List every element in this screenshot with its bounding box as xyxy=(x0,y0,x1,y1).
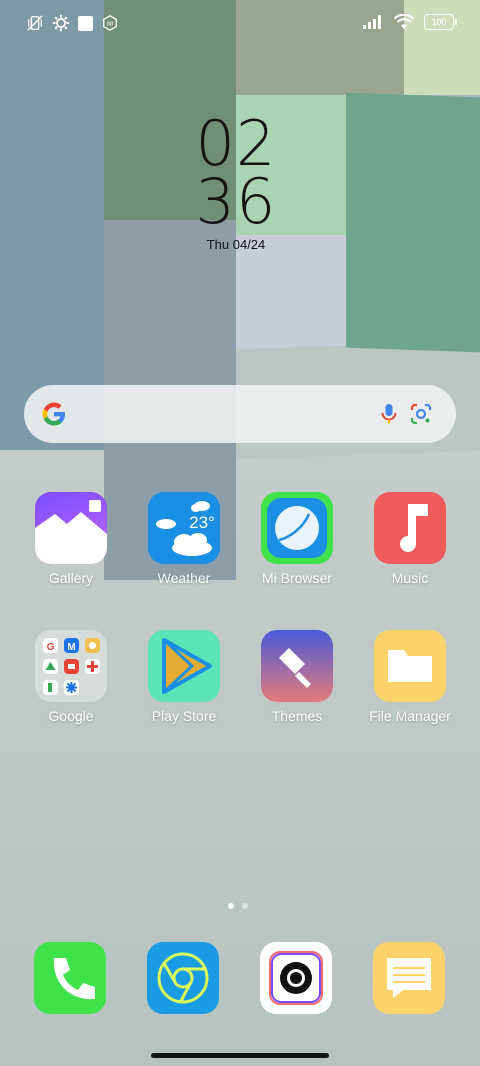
app-label: Google xyxy=(48,708,94,724)
dock-camera-icon[interactable] xyxy=(260,942,332,1014)
badge-text: 88 xyxy=(107,22,114,28)
app-label: Weather xyxy=(157,570,211,586)
badge-icon: 88 xyxy=(103,15,117,31)
app-mi-browser[interactable]: Mi Browser xyxy=(242,492,352,586)
app-music[interactable]: Music xyxy=(355,492,465,586)
battery-icon: 100 xyxy=(424,14,457,30)
app-label: File Manager xyxy=(369,708,451,724)
app-gallery[interactable]: Gallery xyxy=(16,492,126,586)
themes-icon xyxy=(261,630,333,702)
wallpaper-block xyxy=(346,92,480,353)
app-label: Music xyxy=(391,570,429,586)
app-label: Themes xyxy=(271,708,323,724)
signal-icon xyxy=(363,15,381,29)
folder-icon xyxy=(374,630,446,702)
svg-text:M: M xyxy=(67,642,75,653)
app-weather[interactable]: 23° Weather xyxy=(129,492,239,586)
dock-browser-icon[interactable] xyxy=(147,942,219,1014)
app-themes[interactable]: Themes xyxy=(242,630,352,724)
clock-minute: 36 xyxy=(195,165,277,238)
weather-icon: 23° xyxy=(148,492,220,564)
dock-messages-icon[interactable] xyxy=(373,942,445,1014)
home-indicator[interactable] xyxy=(151,1053,329,1058)
status-bar: 88 100 xyxy=(0,0,480,46)
app-label: Mi Browser xyxy=(261,570,332,586)
vibrate-off-icon xyxy=(27,15,43,31)
clock-widget[interactable]: 02 36 Thu 04/24 xyxy=(186,113,286,253)
weather-temp: 23° xyxy=(189,513,215,532)
settings-icon xyxy=(52,14,70,32)
dock-phone-icon[interactable] xyxy=(34,942,106,1014)
svg-text:G: G xyxy=(47,642,55,653)
mic-icon[interactable] xyxy=(376,401,402,427)
app-file-manager[interactable]: File Manager xyxy=(355,630,465,724)
google-folder-icon: G M xyxy=(35,630,107,702)
gallery-icon xyxy=(35,492,107,564)
app-label: Play Store xyxy=(151,708,217,724)
play-store-icon xyxy=(148,630,220,702)
battery-level: 100 xyxy=(431,17,447,27)
page-indicator xyxy=(228,903,248,909)
page-dot xyxy=(242,903,248,909)
app-google-folder[interactable]: G M Google xyxy=(16,630,126,724)
wifi-icon xyxy=(394,14,414,29)
lens-icon[interactable] xyxy=(408,401,434,427)
music-icon xyxy=(374,492,446,564)
mi-browser-icon xyxy=(261,492,333,564)
clock-date: Thu 04/24 xyxy=(206,237,266,252)
google-logo-icon xyxy=(42,402,65,426)
google-search-bar[interactable] xyxy=(24,385,456,443)
app-label: Gallery xyxy=(48,570,94,586)
square-icon xyxy=(78,15,93,31)
home-screen: 88 100 02 36 Thu 04/24 Gallery 23° Weath… xyxy=(0,0,480,1066)
app-play-store[interactable]: Play Store xyxy=(129,630,239,724)
page-dot-active xyxy=(228,903,234,909)
